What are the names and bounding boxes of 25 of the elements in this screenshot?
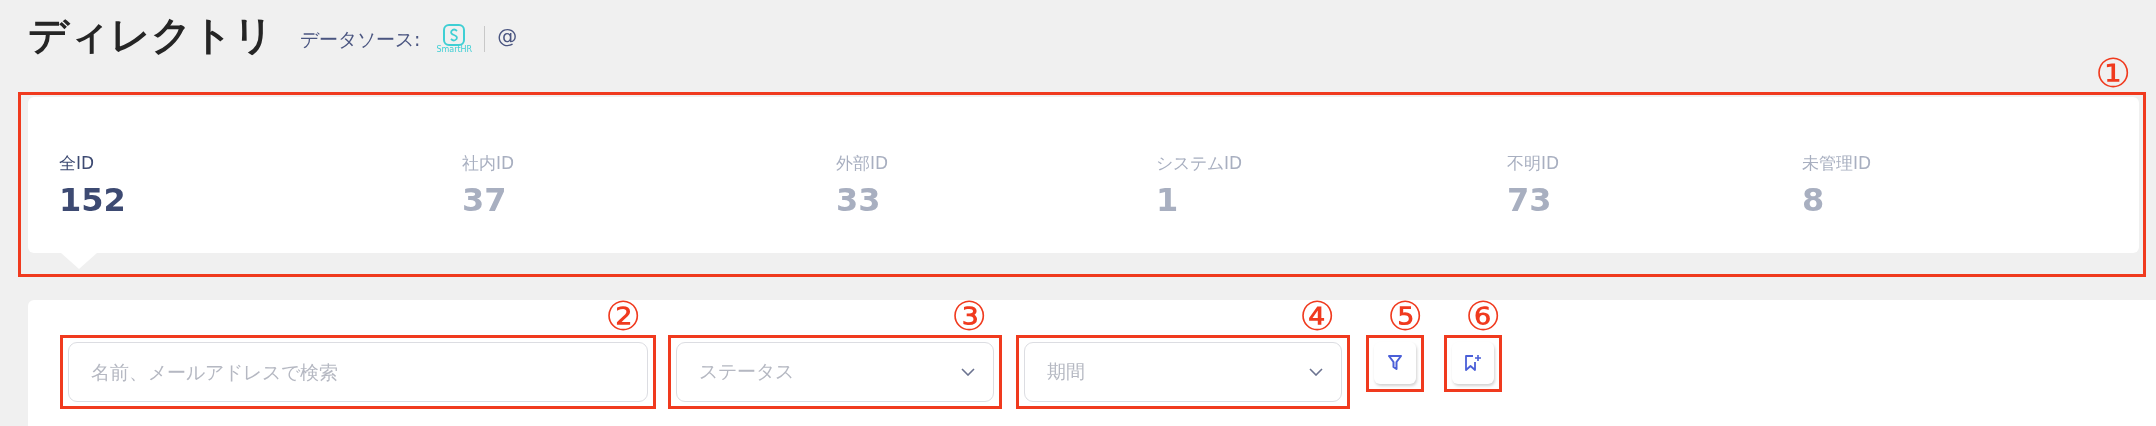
annotation-number: ⑤ [1387,296,1423,336]
chevron-down-icon [1309,368,1323,376]
stat-tab[interactable]: 不明ID 73 [1507,97,1802,253]
chevron-down-icon [961,368,975,376]
bookmark-plus-icon [1464,354,1482,372]
source-logo: SmartHR [436,16,473,54]
annotation-number: ⑥ [1465,296,1501,336]
filter-icon [1388,355,1402,371]
status-dropdown[interactable]: ステータス [676,342,994,402]
annotation-number: ④ [1299,296,1335,336]
bookmark-add-button[interactable] [1452,342,1494,384]
source-account: @ [497,23,518,48]
data-source-label: データソース: [300,27,421,52]
annotation-number: ② [605,296,641,336]
stat-tab[interactable]: 全ID 152 [59,97,462,253]
page-title: ディレクトリ [28,10,274,60]
filter-button[interactable] [1374,342,1416,384]
search-field[interactable]: 名前、メールアドレスで検索 [68,342,648,402]
stat-tab[interactable]: 外部ID 33 [836,97,1156,253]
stat-tab[interactable]: システムID 1 [1156,97,1507,253]
stat-tab[interactable]: 社内ID 37 [462,97,836,253]
annotation-number: ③ [951,296,987,336]
stat-tab[interactable]: 未管理ID 8 [1802,97,2102,253]
period-dropdown[interactable]: 期間 [1024,342,1342,402]
annotation-number: ① [2095,53,2131,93]
